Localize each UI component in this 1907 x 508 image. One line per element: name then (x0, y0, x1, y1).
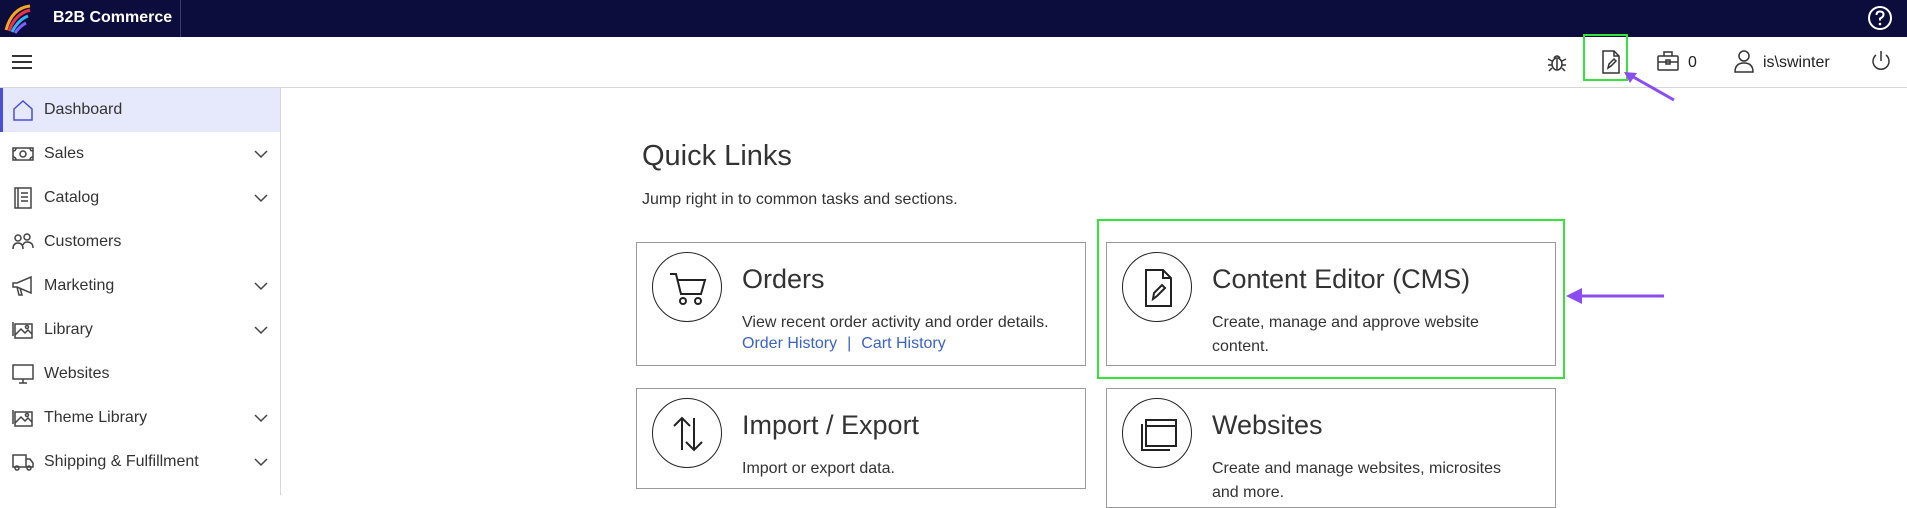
browser-window-icon (1141, 419, 1177, 451)
quick-link-card-orders[interactable]: Orders View recent order activity and or… (636, 242, 1086, 366)
home-icon (13, 99, 33, 121)
megaphone-icon (12, 275, 32, 296)
truck-icon (12, 454, 34, 471)
sidebar-item-label: Shipping & Fulfillment (44, 453, 199, 470)
card-description: Create and manage websites, microsites a… (1212, 457, 1501, 505)
sidebar-item-dashboard[interactable]: Dashboard (0, 88, 280, 132)
sidebar-item-sales[interactable]: Sales (0, 132, 280, 176)
theme-library-icon (12, 410, 33, 427)
bug-icon[interactable] (1545, 50, 1569, 74)
cart-history-link[interactable]: Cart History (861, 335, 945, 352)
chevron-down-icon[interactable] (254, 281, 268, 291)
sidebar-item-label: Dashboard (44, 101, 123, 118)
order-history-link[interactable]: Order History (742, 335, 837, 352)
card-description: Import or export data. (742, 460, 895, 477)
chevron-down-icon[interactable] (254, 193, 268, 203)
user-icon[interactable] (1733, 49, 1755, 73)
card-links: Order History | Cart History (742, 335, 946, 353)
sidebar-item-library[interactable]: Library (0, 308, 280, 352)
header-toolbar: 0 is\swinter (0, 34, 1907, 88)
sidebar-item-label: Marketing (44, 277, 115, 294)
sidebar-item-customers[interactable]: Customers (0, 220, 280, 264)
cart-count[interactable]: 0 (1688, 54, 1697, 72)
power-icon[interactable] (1870, 50, 1892, 72)
divider (180, 0, 181, 37)
sidebar-item-catalog[interactable]: Catalog (0, 176, 280, 220)
chevron-down-icon[interactable] (254, 457, 268, 467)
sidebar-item-label: Websites (44, 365, 110, 382)
link-separator: | (847, 335, 852, 352)
username[interactable]: is\swinter (1763, 54, 1830, 72)
card-description: View recent order activity and order det… (742, 314, 1049, 331)
card-icon-circle (652, 398, 722, 468)
shopping-cart-icon (670, 273, 707, 305)
sidebar-item-websites[interactable]: Websites (0, 352, 280, 396)
app-title[interactable]: B2B Commerce (53, 9, 172, 27)
brand-logo-icon[interactable] (0, 0, 37, 37)
card-icon-circle (1122, 398, 1192, 468)
card-title[interactable]: Orders (742, 264, 825, 295)
quick-link-card-import-export[interactable]: Import / Export Import or export data. (636, 388, 1086, 489)
top-bar: B2B Commerce (0, 0, 1907, 37)
help-circle-icon[interactable] (1867, 5, 1893, 31)
sidebar-item-label: Sales (44, 145, 85, 162)
money-icon (12, 147, 34, 161)
sidebar-item-label: Customers (44, 233, 122, 250)
sidebar-item-label: Library (44, 321, 93, 338)
sidebar-item-marketing[interactable]: Marketing (0, 264, 280, 308)
hamburger-menu-icon[interactable] (12, 53, 32, 71)
customers-icon (12, 233, 34, 250)
card-description-line: and more. (1212, 484, 1285, 501)
quick-link-card-websites[interactable]: Websites Create and manage websites, mic… (1106, 388, 1556, 508)
sidebar: Dashboard Sales Catalog Customers Market… (0, 88, 281, 495)
chevron-down-icon[interactable] (254, 325, 268, 335)
catalog-icon (14, 187, 32, 209)
card-title[interactable]: Import / Export (742, 410, 919, 441)
page-edit-icon[interactable] (1600, 50, 1622, 74)
sidebar-item-theme-library[interactable]: Theme Library (0, 396, 280, 440)
card-description-line: Create and manage websites, microsites (1212, 460, 1502, 477)
library-icon (12, 322, 33, 339)
monitor-icon (12, 364, 34, 384)
sidebar-item-shipping-fulfillment[interactable]: Shipping & Fulfillment (0, 440, 280, 484)
annotation-arrow-icon (1624, 72, 1675, 102)
highlight-box-cms-card (1097, 219, 1565, 379)
sidebar-item-label: Catalog (44, 189, 100, 206)
annotation-arrow-icon (1566, 288, 1664, 304)
card-title[interactable]: Websites (1212, 410, 1323, 441)
sidebar-item-label: Theme Library (44, 409, 148, 426)
page-subtitle: Jump right in to common tasks and sectio… (642, 191, 958, 208)
import-export-icon (673, 416, 703, 452)
chevron-down-icon[interactable] (254, 413, 268, 423)
page-title: Quick Links (642, 140, 792, 172)
chevron-down-icon[interactable] (254, 149, 268, 159)
card-icon-circle (652, 252, 722, 322)
